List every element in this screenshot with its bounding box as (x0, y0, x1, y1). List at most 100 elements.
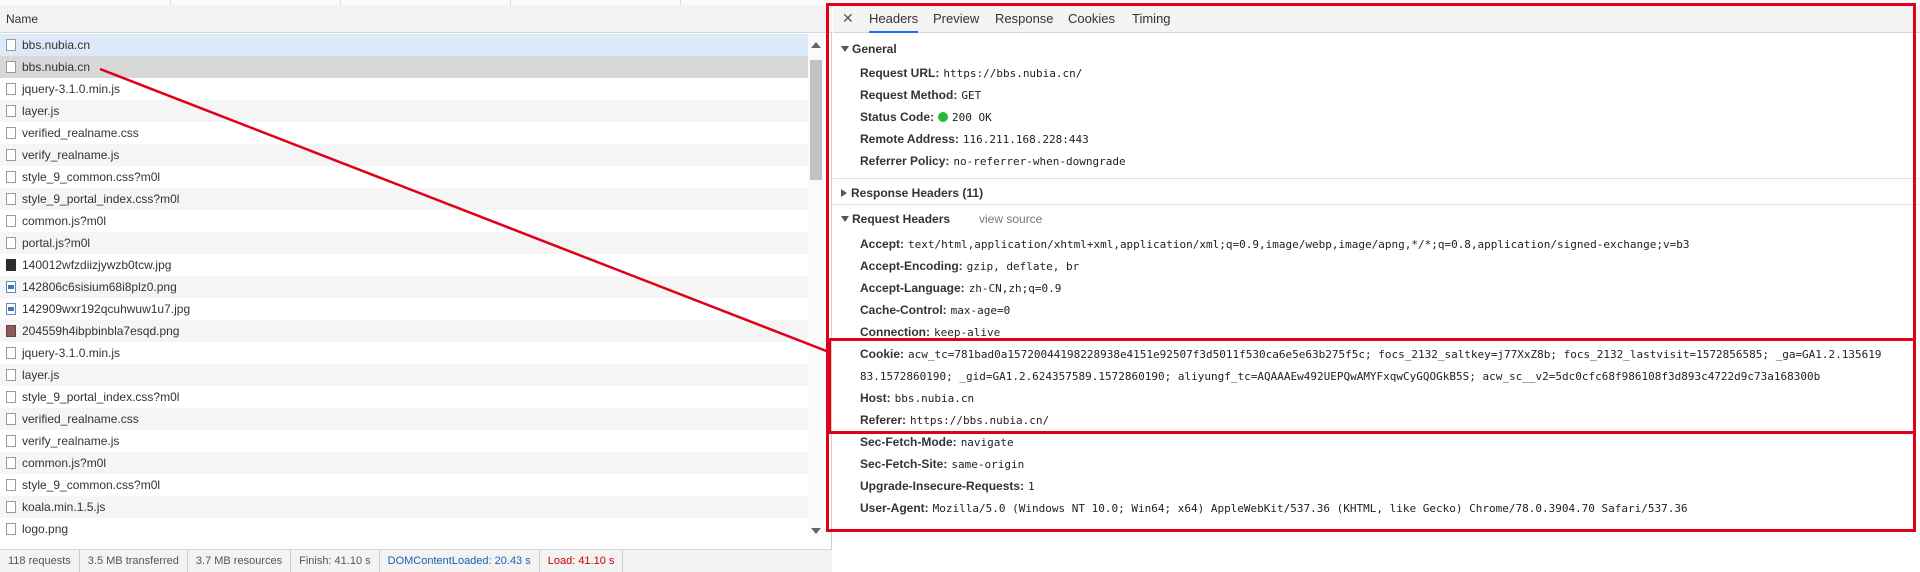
request-name: logo.png (22, 522, 69, 536)
file-icon (6, 171, 16, 183)
request-name: koala.min.1.5.js (22, 500, 106, 514)
tab-timing[interactable]: Timing (1132, 5, 1171, 33)
request-row[interactable]: verify_realname.js (0, 144, 808, 166)
request-name: 204559h4ibpbinbla7esqd.png (22, 324, 180, 338)
request-row[interactable]: layer.js (0, 364, 808, 386)
close-icon[interactable]: ✕ (842, 11, 854, 25)
expand-triangle-icon (841, 216, 849, 222)
request-name: verify_realname.js (22, 434, 120, 448)
finish-time: Finish: 41.10 s (291, 550, 380, 572)
request-name: verify_realname.js (22, 148, 120, 162)
request-row[interactable]: jquery-3.1.0.min.js (0, 342, 808, 364)
request-row[interactable]: 140012wfzdiizjywzb0tcw.jpg (0, 254, 808, 276)
tab-preview[interactable]: Preview (933, 5, 979, 33)
request-row[interactable]: bbs.nubia.cn (0, 34, 808, 56)
file-icon (6, 413, 16, 425)
image-icon (6, 259, 16, 271)
request-name: portal.js?m0l (22, 236, 91, 250)
file-icon (6, 457, 16, 469)
file-icon (6, 39, 16, 51)
cache-control-row: Cache-Control: max-age=0 (860, 303, 1011, 317)
tab-cookies[interactable]: Cookies (1068, 5, 1115, 33)
request-row[interactable]: common.js?m0l (0, 210, 808, 232)
request-name: common.js?m0l (22, 456, 107, 470)
section-divider (833, 178, 1920, 179)
request-row[interactable]: common.js?m0l (0, 452, 808, 474)
request-row[interactable]: style_9_common.css?m0l (0, 474, 808, 496)
request-row[interactable]: layer.js (0, 100, 808, 122)
tab-response[interactable]: Response (995, 5, 1054, 33)
file-icon (6, 501, 16, 513)
request-name: verified_realname.css (22, 126, 139, 140)
request-row[interactable]: koala.min.1.5.js (0, 496, 808, 518)
file-icon (6, 391, 16, 403)
request-list-pane: Name bbs.nubia.cn bbs.nubia.cn jquery-3.1.… (0, 0, 832, 572)
tab-headers[interactable]: Headers (869, 5, 919, 33)
request-url-row: Request URL: https://bbs.nubia.cn/ (860, 66, 1083, 80)
request-name: style_9_common.css?m0l (22, 170, 161, 184)
response-headers-title: Response Headers (11) (851, 186, 984, 200)
request-rows: bbs.nubia.cn bbs.nubia.cn jquery-3.1.0.min… (0, 34, 808, 540)
request-name: style_9_portal_index.css?m0l (22, 390, 180, 404)
section-divider (833, 204, 1920, 205)
file-icon (6, 105, 16, 117)
request-row[interactable]: verified_realname.css (0, 122, 808, 144)
upgrade-insecure-row: Upgrade-Insecure-Requests: 1 (860, 479, 1035, 493)
domcontentloaded-time: DOMContentLoaded: 20.43 s (380, 550, 540, 572)
request-row[interactable]: verify_realname.js (0, 430, 808, 452)
status-code-row: Status Code: 200 OK (860, 110, 992, 124)
file-icon (6, 369, 16, 381)
collapse-triangle-icon (841, 189, 847, 197)
request-row[interactable]: jquery-3.1.0.min.js (0, 78, 808, 100)
request-row[interactable]: 204559h4ibpbinbla7esqd.png (0, 320, 808, 342)
request-name: layer.js (22, 368, 60, 382)
request-row[interactable]: style_9_portal_index.css?m0l (0, 386, 808, 408)
cookie-value-line1: acw_tc=781bad0a15720044198228938e4151e92… (908, 348, 1882, 361)
request-row[interactable]: verified_realname.css (0, 408, 808, 430)
file-icon (6, 193, 16, 205)
request-row[interactable]: portal.js?m0l (0, 232, 808, 254)
details-tab-bar: ✕ Headers Preview Response Cookies Timin… (833, 5, 1920, 33)
file-icon (6, 347, 16, 359)
view-source-link[interactable]: view source (979, 212, 1042, 226)
image-icon (6, 281, 16, 293)
file-icon (6, 149, 16, 161)
name-column-header[interactable]: Name (0, 5, 832, 33)
cookie-value-line2: 83.1572860190; _gid=GA1.2.624357589.1572… (860, 370, 1821, 383)
load-time: Load: 41.10 s (540, 550, 624, 572)
scroll-thumb[interactable] (810, 60, 822, 180)
resources-size: 3.7 MB resources (188, 550, 292, 572)
referrer-policy-row: Referrer Policy: no-referrer-when-downgra… (860, 154, 1126, 168)
general-section-toggle[interactable]: General (841, 42, 897, 56)
request-row[interactable]: 142909wxr192qcuhwuw1u7.jpg (0, 298, 808, 320)
request-name: style_9_common.css?m0l (22, 478, 161, 492)
image-icon (6, 303, 16, 315)
request-row[interactable]: bbs.nubia.cn (0, 56, 808, 78)
request-name: 142909wxr192qcuhwuw1u7.jpg (22, 302, 191, 316)
file-icon (6, 83, 16, 95)
request-name: 140012wfzdiizjywzb0tcw.jpg (22, 258, 172, 272)
request-name: verified_realname.css (22, 412, 139, 426)
transferred-size: 3.5 MB transferred (80, 550, 188, 572)
request-details-pane: ✕ Headers Preview Response Cookies Timin… (833, 0, 1920, 571)
general-title: General (852, 42, 897, 56)
accept-language-row: Accept-Language: zh-CN,zh;q=0.9 (860, 281, 1062, 295)
request-row[interactable]: 142806c6sisium68i8plz0.png (0, 276, 808, 298)
request-row[interactable]: style_9_common.css?m0l (0, 166, 808, 188)
list-scrollbar[interactable] (808, 34, 824, 536)
file-icon (6, 215, 16, 227)
scroll-down-icon[interactable] (811, 528, 821, 534)
cookie-row: Cookie: acw_tc=781bad0a15720044198228938e… (860, 347, 1882, 361)
file-icon (6, 479, 16, 491)
request-name: 142806c6sisium68i8plz0.png (22, 280, 177, 294)
sec-fetch-site-row: Sec-Fetch-Site: same-origin (860, 457, 1025, 471)
file-icon (6, 435, 16, 447)
scroll-up-icon[interactable] (811, 42, 821, 48)
image-icon (6, 325, 16, 337)
response-headers-toggle[interactable]: Response Headers (11) (841, 186, 983, 200)
connection-row: Connection: keep-alive (860, 325, 1001, 339)
accept-row: Accept: text/html,application/xhtml+xml,a… (860, 237, 1690, 251)
request-row[interactable]: style_9_portal_index.css?m0l (0, 188, 808, 210)
request-row[interactable]: logo.png (0, 518, 808, 540)
request-headers-toggle[interactable]: Request Headers (841, 212, 950, 226)
